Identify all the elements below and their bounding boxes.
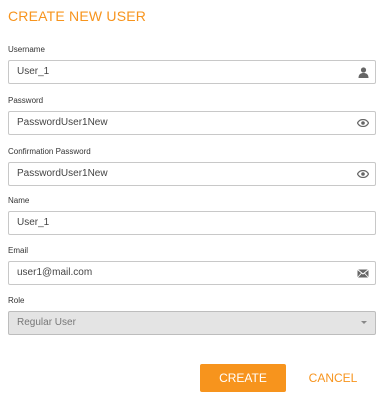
- password-input[interactable]: PasswordUser1New: [8, 111, 376, 135]
- role-select[interactable]: Regular User: [8, 311, 376, 335]
- role-field-group: Role Regular User: [8, 295, 376, 335]
- password-value: PasswordUser1New: [17, 117, 108, 128]
- name-label: Name: [8, 196, 30, 205]
- password-field-group: Password PasswordUser1New: [8, 95, 376, 135]
- email-label: Email: [8, 246, 29, 255]
- confirmation-password-value: PasswordUser1New: [17, 168, 108, 179]
- form-title: CREATE NEW USER: [8, 8, 147, 24]
- eye-icon[interactable]: [357, 117, 369, 129]
- confirmation-password-input[interactable]: PasswordUser1New: [8, 162, 376, 186]
- create-button[interactable]: CREATE: [200, 364, 286, 392]
- username-value: User_1: [17, 66, 50, 77]
- username-field-group: Username User_1: [8, 44, 376, 84]
- role-value: Regular User: [17, 317, 76, 328]
- confirmation-password-label: Confirmation Password: [8, 147, 91, 156]
- confirmation-password-field-group: Confirmation Password PasswordUser1New: [8, 146, 376, 186]
- role-label: Role: [8, 296, 25, 305]
- password-label: Password: [8, 96, 44, 105]
- username-label: Username: [8, 45, 45, 54]
- eye-icon[interactable]: [357, 168, 369, 180]
- cancel-button[interactable]: CANCEL: [300, 364, 366, 392]
- name-field-group: Name User_1: [8, 195, 376, 235]
- email-input[interactable]: user1@mail.com: [8, 261, 376, 285]
- envelope-icon: [357, 267, 369, 279]
- email-field-group: Email user1@mail.com: [8, 245, 376, 285]
- username-input[interactable]: User_1: [8, 60, 376, 84]
- name-value: User_1: [17, 217, 50, 228]
- user-icon: [357, 66, 369, 78]
- name-input[interactable]: User_1: [8, 211, 376, 235]
- email-value: user1@mail.com: [17, 267, 93, 278]
- chevron-down-icon: [361, 321, 367, 324]
